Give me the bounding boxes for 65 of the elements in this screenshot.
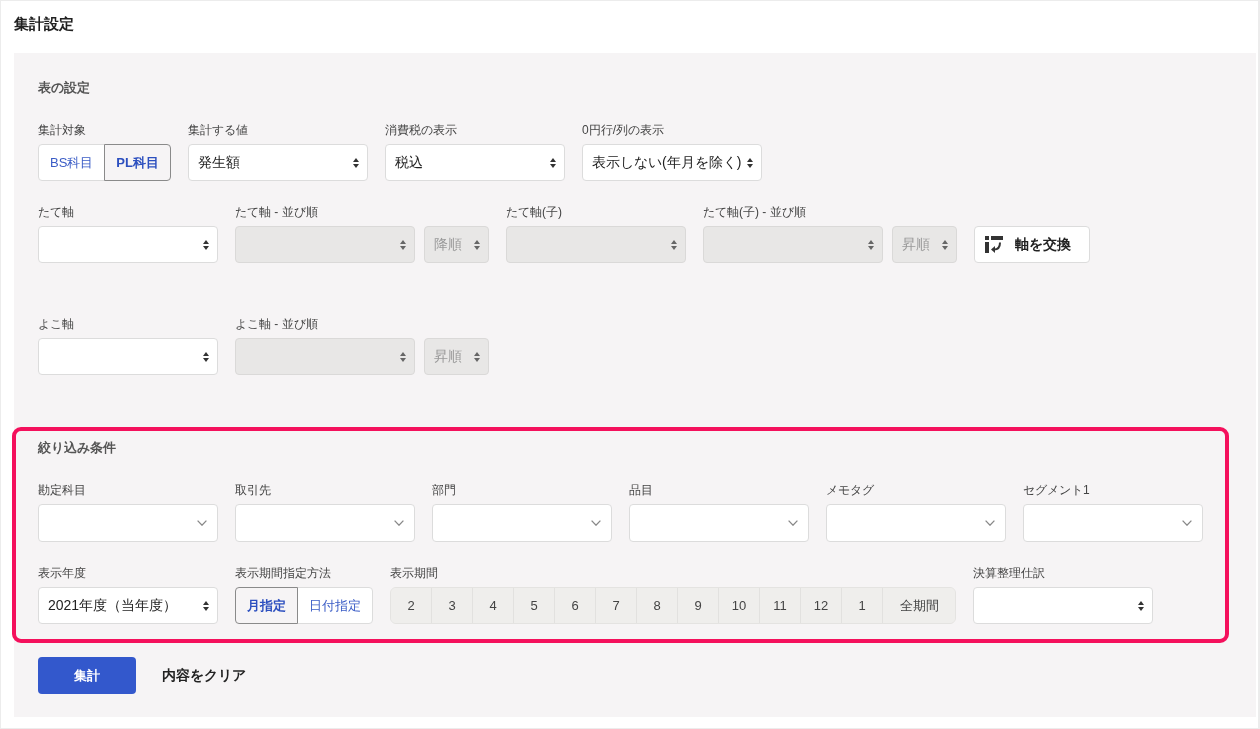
select-field[interactable] bbox=[38, 226, 218, 263]
dropdown-field[interactable] bbox=[38, 504, 218, 542]
sort-arrows-icon bbox=[203, 351, 209, 362]
field-label: 表示期間 bbox=[390, 566, 438, 581]
dropdown-field[interactable] bbox=[1023, 504, 1203, 542]
page-title: 集計設定 bbox=[14, 15, 74, 33]
field-label: たて軸 bbox=[38, 205, 74, 220]
chevron-down-icon bbox=[197, 520, 207, 526]
field-label: 決算整理仕訳 bbox=[973, 566, 1045, 581]
section-heading: 絞り込み条件 bbox=[38, 439, 116, 457]
field-label: 消費税の表示 bbox=[384, 123, 457, 138]
dropdown-field[interactable] bbox=[826, 504, 1006, 542]
chevron-down-icon bbox=[591, 520, 601, 526]
sort-arrows-icon bbox=[942, 239, 948, 250]
sort-arrows-icon bbox=[352, 157, 359, 168]
bars-arrow-icon bbox=[985, 236, 1003, 253]
chevron-down-icon bbox=[985, 520, 995, 526]
section-heading: 表の設定 bbox=[38, 79, 90, 97]
field-label: たて軸(子) - 並び順 bbox=[703, 205, 806, 220]
sort-arrows-icon bbox=[474, 239, 480, 250]
sort-arrows-icon bbox=[400, 351, 406, 362]
sort-arrows-icon bbox=[1138, 600, 1144, 611]
field-label: 勘定科目 bbox=[38, 483, 86, 498]
sort-arrows-icon bbox=[671, 239, 677, 250]
field-label: 表示期間指定方法 bbox=[235, 566, 331, 581]
dropdown-field[interactable] bbox=[235, 504, 415, 542]
select-field[interactable]: 表示しない(年月を除く) bbox=[581, 144, 762, 181]
segment-button[interactable]: 月指定 bbox=[235, 587, 298, 624]
segment-button[interactable]: 日付指定 bbox=[297, 587, 373, 624]
sort-arrows-icon bbox=[549, 157, 556, 168]
field-label: 取引先 bbox=[235, 483, 271, 498]
field-label: 部門 bbox=[432, 483, 456, 498]
chevron-down-icon bbox=[788, 520, 798, 526]
select-field[interactable]: 2021年度（当年度） bbox=[38, 587, 218, 624]
sort-arrows-icon bbox=[203, 600, 209, 611]
aggregate-button[interactable]: 集計 bbox=[38, 657, 136, 694]
select-field[interactable] bbox=[38, 338, 218, 375]
sort-arrows-icon bbox=[747, 157, 754, 168]
clear-link[interactable]: 内容をクリア bbox=[162, 657, 246, 694]
dropdown-field[interactable] bbox=[629, 504, 809, 542]
sort-arrows-icon bbox=[474, 351, 480, 362]
period-button[interactable]: 2 bbox=[391, 588, 432, 623]
field-label: よこ軸 bbox=[38, 317, 74, 332]
sort-arrows-icon bbox=[203, 239, 209, 250]
segment-button[interactable]: BS科目 bbox=[38, 144, 106, 181]
select-field[interactable] bbox=[973, 587, 1153, 624]
sort-arrows-icon bbox=[868, 239, 874, 250]
select-field[interactable]: 税込 bbox=[384, 144, 565, 181]
field-label: 品目 bbox=[629, 483, 653, 498]
chevron-down-icon bbox=[1182, 520, 1192, 526]
select-field[interactable]: 発生額 bbox=[187, 144, 368, 181]
field-label: 表示年度 bbox=[38, 566, 86, 581]
field-label: 集計対象 bbox=[38, 123, 86, 138]
dropdown-field[interactable] bbox=[432, 504, 612, 542]
field-label: たて軸(子) bbox=[506, 205, 562, 220]
sort-arrows-icon bbox=[400, 239, 406, 250]
field-label: メモタグ bbox=[826, 483, 874, 498]
field-label: 0円行/列の表示 bbox=[581, 123, 664, 138]
field-label: たて軸 - 並び順 bbox=[235, 205, 318, 220]
field-label: 集計する値 bbox=[187, 123, 248, 138]
segment-button[interactable]: PL科目 bbox=[104, 144, 171, 181]
field-label: セグメント1 bbox=[1023, 483, 1090, 498]
chevron-down-icon bbox=[394, 520, 404, 526]
field-label: よこ軸 - 並び順 bbox=[235, 317, 318, 332]
swap-axes-button[interactable]: 軸を交換 bbox=[974, 226, 1090, 263]
